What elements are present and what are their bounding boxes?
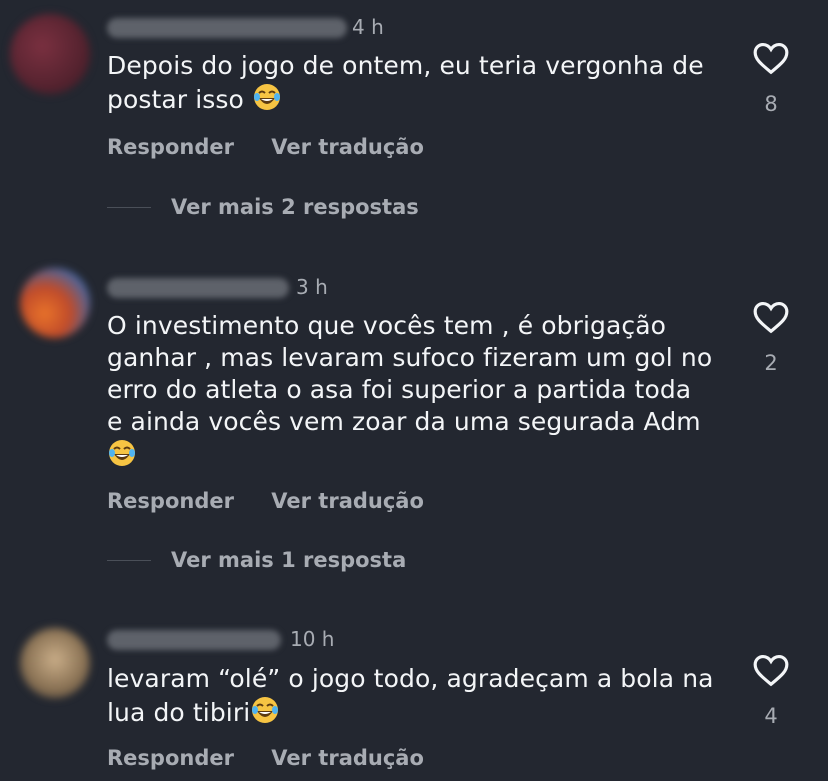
avatar[interactable] — [20, 268, 90, 338]
view-more-replies-label: Ver mais 1 resposta — [171, 548, 407, 572]
reply-button[interactable]: Responder — [107, 135, 234, 159]
avatar[interactable] — [20, 628, 90, 698]
comment-text-line: postar isso — [107, 85, 244, 114]
comment-text: O investimento que vocês tem , é obrigaç… — [107, 310, 727, 476]
like-count: 8 — [764, 92, 778, 116]
view-more-replies-button[interactable]: Ver mais 2 respostas — [107, 195, 419, 219]
comment-actions: Responder Ver tradução — [107, 746, 454, 770]
reply-button[interactable]: Responder — [107, 489, 234, 513]
comment-time: 10 h — [290, 627, 335, 651]
comments-panel: 4 h Depois do jogo de ontem, eu teria ve… — [0, 0, 828, 781]
comment-text-line: erro do atleta o asa foi superior a part… — [107, 375, 692, 404]
comment-actions: Responder Ver tradução — [107, 135, 454, 159]
laughing-emoji-icon — [252, 82, 282, 120]
divider-line — [107, 559, 151, 561]
comment-text-line: Depois do jogo de ontem, eu teria vergon… — [107, 51, 704, 80]
comment-text-line: lua do tibiri — [107, 698, 251, 727]
username-blurred[interactable] — [107, 630, 281, 650]
like-count: 2 — [764, 351, 778, 375]
translate-button[interactable]: Ver tradução — [271, 135, 424, 159]
like-count: 4 — [764, 704, 778, 728]
laughing-emoji-icon — [250, 695, 280, 733]
comment-actions: Responder Ver tradução — [107, 489, 454, 513]
username-blurred[interactable] — [107, 18, 347, 38]
avatar[interactable] — [10, 14, 90, 94]
comment-text-line: O investimento que vocês tem , é obrigaç… — [107, 311, 667, 340]
heart-icon[interactable] — [752, 652, 790, 688]
comment-time: 3 h — [296, 275, 328, 299]
heart-icon[interactable] — [752, 299, 790, 335]
laughing-emoji-icon — [107, 438, 137, 476]
heart-icon[interactable] — [752, 40, 790, 76]
comment-text-line: levaram “olé” o jogo todo, agradeçam a b… — [107, 664, 714, 693]
translate-button[interactable]: Ver tradução — [271, 489, 424, 513]
comment-text: levaram “olé” o jogo todo, agradeçam a b… — [107, 663, 727, 733]
divider-line — [107, 206, 151, 208]
view-more-replies-button[interactable]: Ver mais 1 resposta — [107, 548, 406, 572]
comment-time: 4 h — [352, 15, 384, 39]
view-more-replies-label: Ver mais 2 respostas — [171, 195, 419, 219]
comment-text: Depois do jogo de ontem, eu teria vergon… — [107, 50, 727, 120]
translate-button[interactable]: Ver tradução — [271, 746, 424, 770]
reply-button[interactable]: Responder — [107, 746, 234, 770]
username-blurred[interactable] — [107, 278, 289, 298]
comment-text-line: e ainda vocês vem zoar da uma segurada A… — [107, 407, 701, 436]
comment-text-line: ganhar , mas levaram sufoco fizeram um g… — [107, 343, 713, 372]
